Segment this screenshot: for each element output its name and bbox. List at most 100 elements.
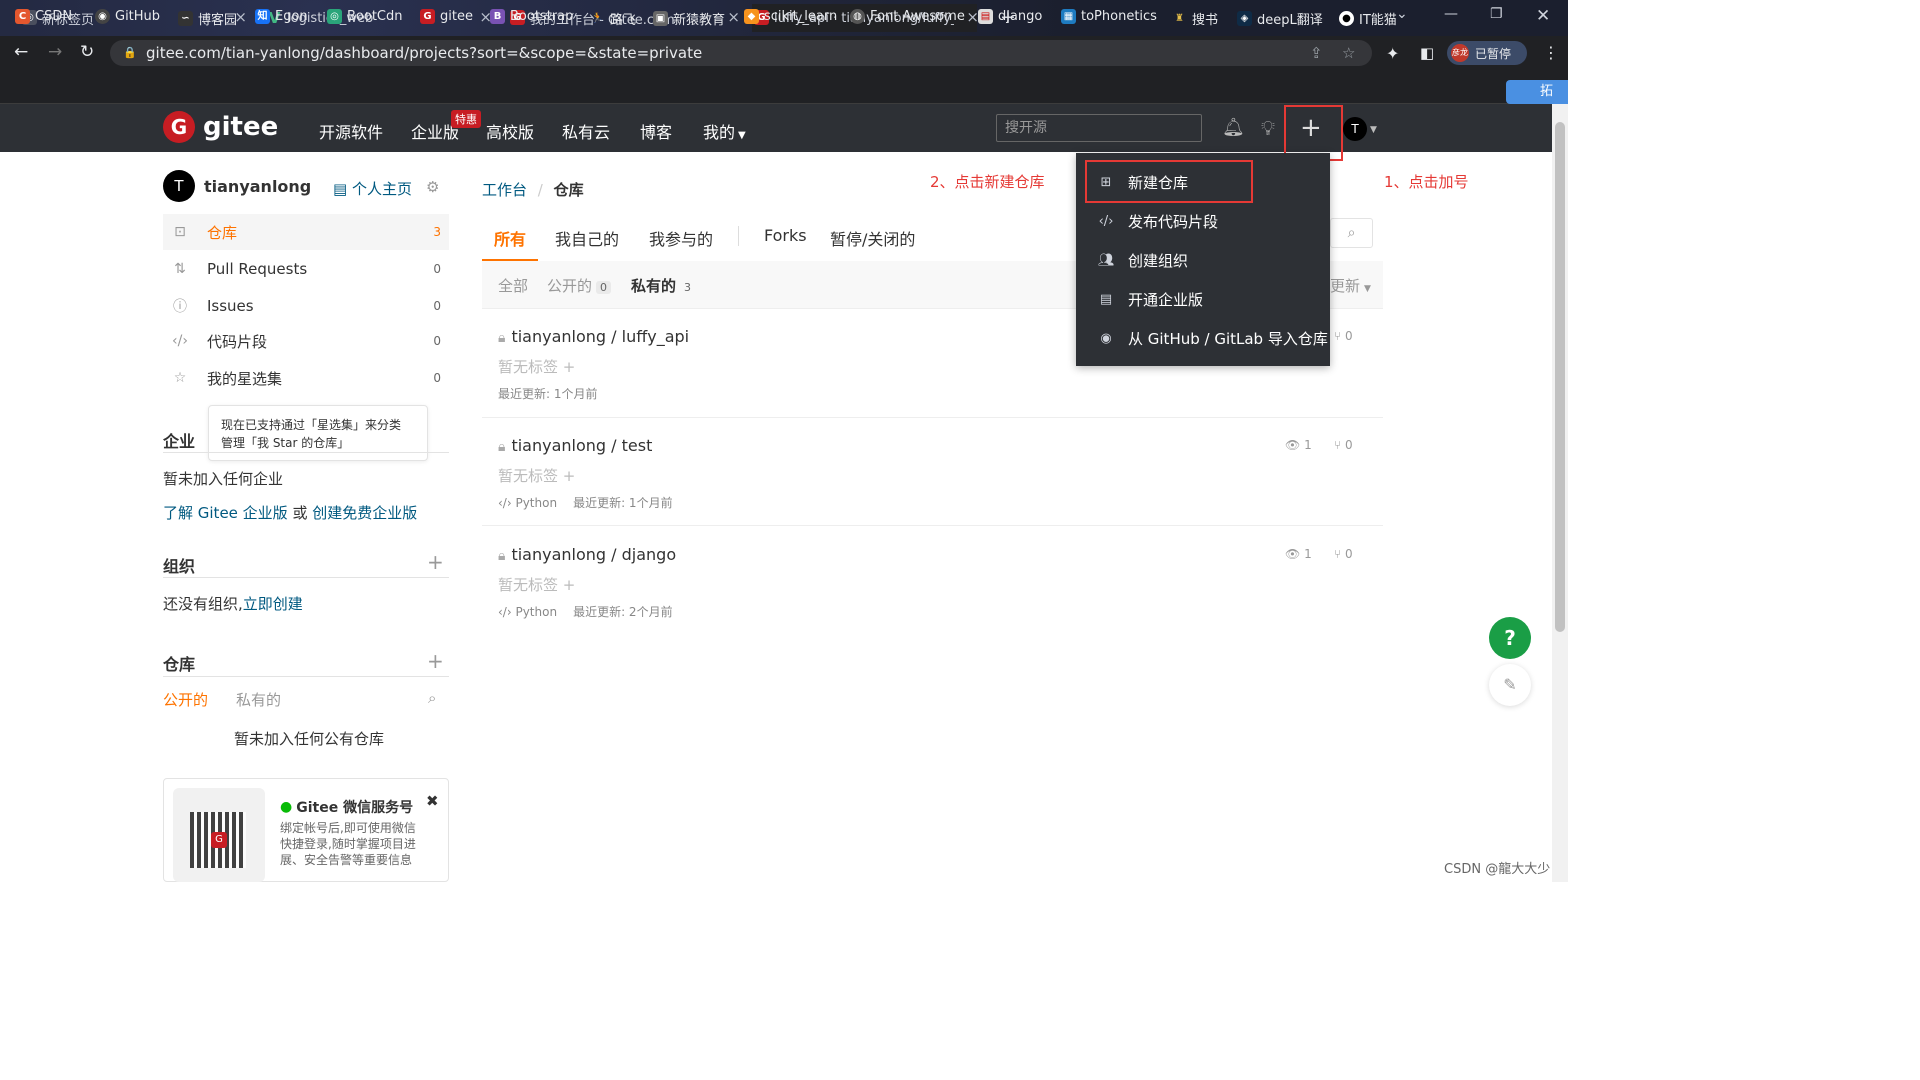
bookmark-item[interactable]: 知 Egon — [255, 9, 308, 24]
menu-item-enterprise[interactable]: ▤ 开通企业版 — [1098, 289, 1203, 310]
repo-tab-private[interactable]: 私有的 — [236, 689, 281, 710]
scrollbar[interactable] — [1552, 104, 1568, 882]
profile-card-icon: ▤ — [333, 180, 352, 198]
bookmark-item[interactable]: ◎ BootCdn — [327, 9, 403, 24]
header-avatar[interactable]: T — [1343, 117, 1367, 141]
book-icon: ♜ — [1175, 13, 1184, 24]
url-field[interactable]: 🔒 gitee.com/tian-yanlong/dashboard/proje… — [110, 40, 1372, 66]
tophonetics-icon: ▦ — [1061, 9, 1076, 24]
gear-icon[interactable]: ⚙ — [426, 178, 439, 196]
bookmark-item[interactable]: ◉ GitHub — [95, 9, 160, 24]
bookmark-item[interactable]: 🏃 路飞 — [590, 9, 636, 28]
filter-private[interactable]: 私有的 3 — [631, 275, 695, 296]
tab-paused-closed[interactable]: 暂停/关闭的 — [830, 226, 915, 250]
bookmark-item[interactable]: ◈ deepL翻译 — [1237, 9, 1323, 28]
annotation-step2: 2、点击新建仓库 — [930, 173, 1045, 191]
sidebar-item-repos[interactable]: ⊡ 仓库 3 — [163, 214, 449, 250]
breadcrumb-root[interactable]: 工作台 — [482, 181, 527, 199]
extensions-icon[interactable]: ✦ — [1386, 44, 1399, 63]
bookmark-item[interactable]: ▤ django — [978, 9, 1042, 24]
bookmark-item[interactable]: ▣ 新猿教育 — [653, 9, 725, 28]
star-icon[interactable]: ☆ — [1342, 40, 1355, 66]
homepage-link[interactable]: ▤ 个人主页 — [333, 178, 412, 199]
share-icon[interactable]: ⇪ — [1310, 40, 1323, 66]
bookmark-item[interactable]: ◆ scikit_learn — [744, 9, 837, 24]
repo-title[interactable]: 🔒︎ tianyanlong / test — [498, 436, 652, 455]
scrollbar-thumb[interactable] — [1555, 122, 1565, 632]
minimize-icon[interactable]: — — [1444, 6, 1458, 22]
nav-blog[interactable]: 博客 — [640, 119, 672, 143]
zhihu-icon: 知 — [255, 9, 270, 24]
repo-title[interactable]: 🔒︎ tianyanlong / luffy_api — [498, 327, 689, 346]
sidebar-item-snippets[interactable]: ‹/› 代码片段 0 — [163, 323, 449, 359]
nav-mine[interactable]: 我的 ▼ — [703, 119, 746, 143]
feedback-edit-icon[interactable]: ✎ — [1489, 664, 1531, 706]
nav-education[interactable]: 高校版 — [486, 119, 534, 143]
profile-paused-button[interactable]: 彦龙 已暂停 — [1447, 41, 1527, 65]
repo-tab-public[interactable]: 公开的 — [163, 689, 208, 710]
add-org-icon[interactable]: + — [427, 550, 444, 574]
bookmark-item[interactable]: ♜ 搜书 — [1172, 9, 1218, 28]
nav-open-source[interactable]: 开源软件 — [319, 119, 383, 143]
bookmark-item[interactable]: Ggitee — [420, 9, 473, 24]
nav-private-cloud[interactable]: 私有云 — [562, 119, 610, 143]
menu-kebab-icon[interactable]: ⋮ — [1543, 43, 1559, 62]
tab-mine[interactable]: 我自己的 — [555, 226, 619, 250]
sort-dropdown[interactable]: 更新 ▼ — [1330, 275, 1371, 296]
sidebar-item-stars[interactable]: ☆ 我的星选集 0 — [163, 360, 449, 396]
filter-all[interactable]: 全部 — [498, 275, 528, 296]
baidu-cloud-button[interactable]: 拓 — [1506, 80, 1568, 104]
tab-participated[interactable]: 我参与的 — [649, 226, 713, 250]
bookmark-item[interactable]: ◍ Font Awesome — [850, 9, 965, 24]
pull-request-icon: ⇅ — [174, 261, 186, 277]
filter-public[interactable]: 公开的 0 — [547, 275, 612, 296]
repo-tag: 暂无标签 + — [498, 467, 576, 485]
caret-down-icon[interactable]: ▼ — [1370, 125, 1377, 135]
lightbulb-icon[interactable]: 💡︎ — [1261, 116, 1275, 140]
menu-item-new-snippet[interactable]: ‹/› 发布代码片段 — [1098, 211, 1218, 232]
repo-updated: 最近更新: 1个月前 — [498, 387, 598, 401]
bookmark-item[interactable]: ∽ 博客园 — [178, 9, 237, 28]
bell-icon[interactable]: 🔔︎ — [1222, 117, 1245, 138]
repo-title[interactable]: 🔒︎ tianyanlong / django — [498, 545, 676, 564]
username[interactable]: tianyanlong — [204, 177, 311, 196]
back-icon[interactable]: ← — [14, 42, 28, 62]
repo-search-input[interactable]: ⌕ — [1330, 218, 1373, 248]
forward-icon[interactable]: → — [48, 42, 62, 62]
repo-icon: ⊡ — [174, 224, 186, 240]
gitee-logo[interactable]: G gitee — [163, 111, 278, 143]
lock-icon: 🔒︎ — [498, 439, 506, 455]
learn-enterprise-link[interactable]: 了解 Gitee 企业版 — [163, 504, 288, 522]
bookmark-item[interactable]: ● IT能猫 — [1339, 9, 1397, 28]
restore-icon[interactable]: ❐ — [1490, 6, 1503, 22]
header-search-input[interactable]: 搜开源 — [996, 114, 1202, 142]
add-tag-icon[interactable]: + — [563, 467, 576, 485]
bookmark-item[interactable]: C CSDN — [15, 9, 72, 24]
tab-forks[interactable]: Forks — [764, 226, 807, 245]
chevron-down-icon[interactable]: ⌄ — [1396, 6, 1408, 22]
add-tag-icon[interactable]: + — [563, 576, 576, 594]
bookmark-item[interactable]: ▦ toPhonetics — [1061, 9, 1157, 24]
close-icon[interactable]: ✖ — [426, 792, 439, 810]
reload-icon[interactable]: ↻ — [80, 42, 94, 62]
create-enterprise-link[interactable]: 创建免费企业版 — [312, 504, 417, 522]
add-repo-icon[interactable]: + — [427, 649, 444, 673]
wechat-title: ● Gitee 微信服务号 — [280, 799, 414, 816]
help-button[interactable]: ? — [1489, 617, 1531, 659]
sidepanel-icon[interactable]: ◧ — [1420, 44, 1434, 62]
create-org-link[interactable]: 立即创建 — [243, 595, 303, 613]
wechat-desc: 绑定帐号后,即可使用微信 快捷登录,随时掌握项目进 展、安全告警等重要信息 — [280, 821, 416, 867]
close-window-icon[interactable]: ✕ — [1536, 6, 1550, 26]
add-tag-icon[interactable]: + — [563, 358, 576, 376]
bookmark-item[interactable]: B Bootstrap — [490, 9, 573, 24]
enterprise-empty: 暂未加入任何企业 — [163, 470, 284, 488]
menu-item-create-org[interactable]: 👥︎ 创建组织 — [1098, 250, 1188, 271]
menu-item-import[interactable]: ◉ 从 GitHub / GitLab 导入仓库 — [1098, 328, 1328, 349]
close-icon[interactable]: × — [727, 8, 740, 26]
sidebar-item-issues[interactable]: ⓘ Issues 0 — [163, 288, 449, 324]
user-avatar[interactable]: T — [163, 170, 195, 202]
sidebar-item-pull-requests[interactable]: ⇅ Pull Requests 0 — [163, 251, 449, 287]
search-icon[interactable]: ⌕ — [428, 689, 436, 707]
enterprise-title: 企业 — [163, 432, 196, 451]
tab-all[interactable]: 所有 — [494, 226, 526, 250]
